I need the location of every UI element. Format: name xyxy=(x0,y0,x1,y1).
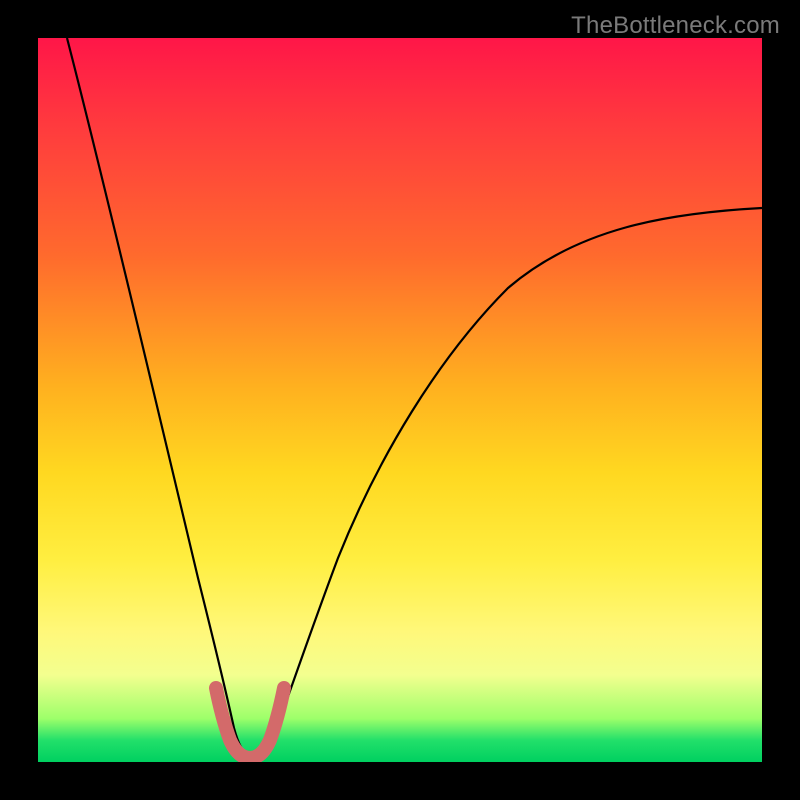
watermark-text: TheBottleneck.com xyxy=(571,12,780,40)
plot-area xyxy=(38,38,762,762)
curve-layer xyxy=(38,38,762,762)
optimal-band-marker xyxy=(216,688,284,758)
bottleneck-curve xyxy=(67,38,762,757)
chart-frame: TheBottleneck.com xyxy=(0,0,800,800)
